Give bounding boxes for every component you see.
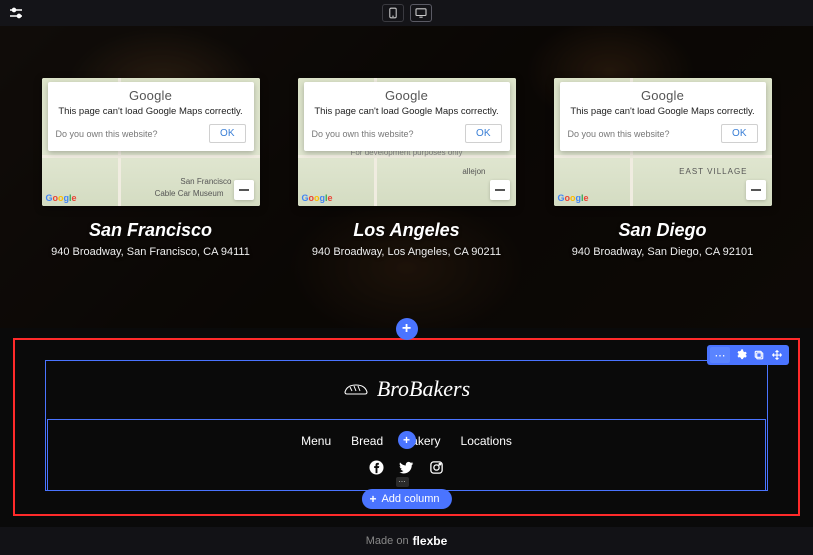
plus-icon: + <box>398 431 416 449</box>
nav-link[interactable]: Bread <box>351 434 383 448</box>
google-logo: Google <box>302 193 333 203</box>
location-card: San Francisco Cable Car Museum Google Th… <box>42 78 260 258</box>
modal-ok-button[interactable]: OK <box>209 124 245 143</box>
modal-owner-link[interactable]: Do you own this website? <box>568 129 670 139</box>
add-column-button[interactable]: + Add column <box>361 489 451 509</box>
map-embed[interactable]: San Francisco Cable Car Museum Google Th… <box>42 78 260 206</box>
viewport-toggle-group <box>382 4 432 22</box>
map-place-label: San Francisco <box>180 177 231 186</box>
modal-owner-link[interactable]: Do you own this website? <box>56 129 158 139</box>
plus-icon: + <box>396 318 418 340</box>
google-logo: Google <box>558 193 589 203</box>
location-address: 940 Broadway, Los Angeles, CA 90211 <box>312 246 501 258</box>
twitter-icon[interactable] <box>398 459 416 477</box>
modal-title: Google <box>312 88 502 103</box>
location-card: For development purposes only allejon Go… <box>298 78 516 258</box>
brand-name: BroBakers <box>377 376 470 402</box>
toolbar-settings-button[interactable] <box>732 347 750 363</box>
add-element-button[interactable]: + <box>398 431 416 449</box>
instagram-icon[interactable] <box>428 459 446 477</box>
location-title: San Francisco <box>89 220 212 241</box>
location-cards-row: San Francisco Cable Car Museum Google Th… <box>0 78 813 258</box>
platform-credit: Made on flexbe <box>0 527 813 555</box>
element-toolbar: ⋯ <box>707 345 789 365</box>
location-card: EAST VILLAGE Google This page can't load… <box>554 78 772 258</box>
map-zoom-out-button[interactable] <box>490 180 510 200</box>
location-title: Los Angeles <box>353 220 459 241</box>
top-toolbar <box>0 0 813 26</box>
modal-owner-link[interactable]: Do you own this website? <box>312 129 414 139</box>
plus-icon: + <box>369 492 376 506</box>
google-logo: Google <box>46 193 77 203</box>
add-section-button[interactable]: + <box>396 318 418 340</box>
nav-link[interactable]: Menu <box>301 434 331 448</box>
bread-icon <box>343 382 369 396</box>
map-zoom-out-button[interactable] <box>234 180 254 200</box>
google-maps-error-modal: Google This page can't load Google Maps … <box>304 82 510 151</box>
credit-prefix: Made on <box>366 535 409 547</box>
map-embed[interactable]: For development purposes only allejon Go… <box>298 78 516 206</box>
modal-message: This page can't load Google Maps correct… <box>312 106 502 117</box>
settings-sliders-icon[interactable] <box>8 5 24 21</box>
social-edit-badge[interactable]: ⋯ <box>396 477 409 487</box>
viewport-mobile-button[interactable] <box>382 4 404 22</box>
modal-title: Google <box>568 88 758 103</box>
selected-section-frame[interactable]: ⋯ BroBakers + Menu Bread Bakery <box>13 338 800 516</box>
map-place-label: EAST VILLAGE <box>679 167 747 176</box>
modal-message: This page can't load Google Maps correct… <box>56 106 246 117</box>
nav-social-frame[interactable]: Menu Bread Bakery Locations ⋯ <box>47 419 766 491</box>
google-maps-error-modal: Google This page can't load Google Maps … <box>560 82 766 151</box>
map-embed[interactable]: EAST VILLAGE Google This page can't load… <box>554 78 772 206</box>
google-maps-error-modal: Google This page can't load Google Maps … <box>48 82 254 151</box>
location-address: 940 Broadway, San Diego, CA 92101 <box>572 246 753 258</box>
viewport-desktop-button[interactable] <box>410 4 432 22</box>
location-title: San Diego <box>618 220 706 241</box>
nav-link[interactable]: Locations <box>461 434 512 448</box>
location-address: 940 Broadway, San Francisco, CA 94111 <box>51 246 250 258</box>
brand-row[interactable]: BroBakers <box>46 361 767 417</box>
hero-section: San Francisco Cable Car Museum Google Th… <box>0 26 813 328</box>
modal-message: This page can't load Google Maps correct… <box>568 106 758 117</box>
facebook-icon[interactable] <box>368 459 386 477</box>
toolbar-more-button[interactable]: ⋯ <box>710 347 730 363</box>
modal-ok-button[interactable]: OK <box>465 124 501 143</box>
map-place-label: allejon <box>462 167 485 176</box>
modal-ok-button[interactable]: OK <box>721 124 757 143</box>
credit-name[interactable]: flexbe <box>413 534 448 548</box>
social-icons-row: ⋯ <box>368 459 446 477</box>
toolbar-copy-button[interactable] <box>750 347 768 363</box>
add-column-label: Add column <box>381 493 439 505</box>
map-place-label: Cable Car Museum <box>155 189 224 198</box>
map-zoom-out-button[interactable] <box>746 180 766 200</box>
toolbar-move-button[interactable] <box>768 347 786 363</box>
footer-block-frame[interactable]: BroBakers + Menu Bread Bakery Locations <box>45 360 768 491</box>
modal-title: Google <box>56 88 246 103</box>
